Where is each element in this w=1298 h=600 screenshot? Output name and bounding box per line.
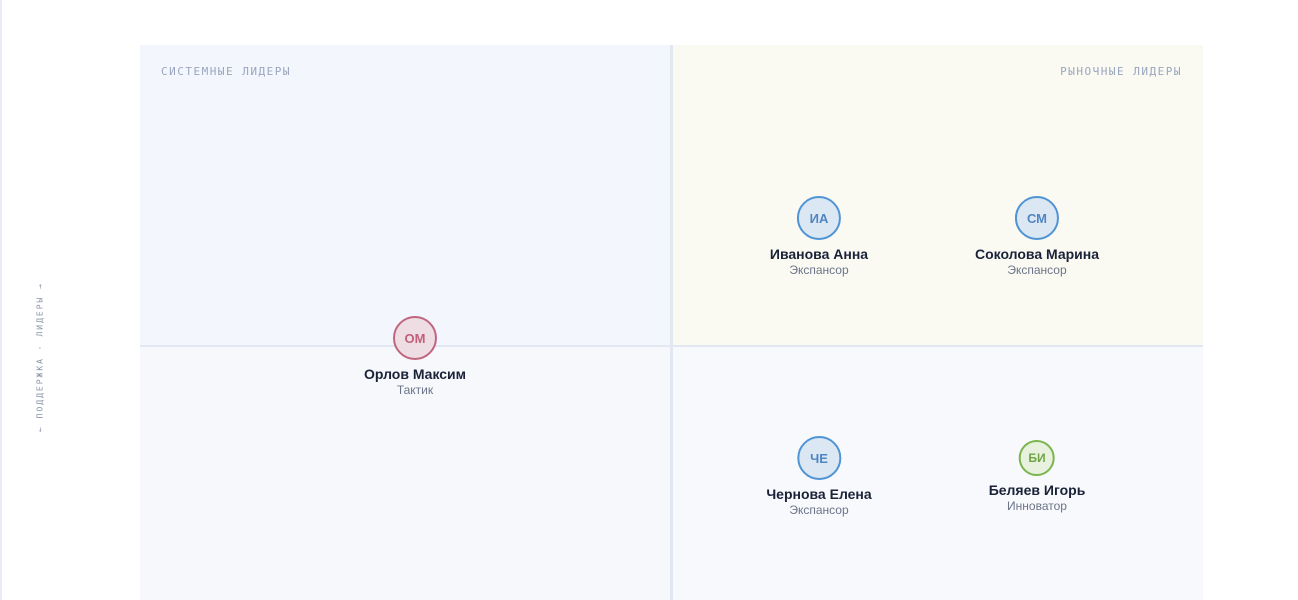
- person-name: Беляев Игорь: [988, 482, 1086, 498]
- quadrant-matrix-page: ← ПОДДЕРЖКА · ЛИДЕРЫ → СИСТЕМНЫЕ ЛИДЕРЫ …: [0, 0, 1298, 600]
- quadrant-label-market-leaders: РЫНОЧНЫЕ ЛИДЕРЫ: [1060, 65, 1182, 78]
- quadrant-market-leaders: РЫНОЧНЫЕ ЛИДЕРЫ: [673, 45, 1203, 345]
- person-name: Орлов Максим: [363, 366, 467, 382]
- person-marker-sokolova[interactable]: СМ Соколова Марина Экспансор: [975, 196, 1099, 278]
- person-marker-belyaev[interactable]: БИ Беляев Игорь Инноватор: [988, 440, 1086, 514]
- person-name: Соколова Марина: [974, 246, 1100, 262]
- quadrant-matrix: СИСТЕМНЫЕ ЛИДЕРЫ РЫНОЧНЫЕ ЛИДЕРЫ: [140, 45, 1203, 600]
- avatar: ИА: [797, 196, 841, 240]
- person-role: Тактик: [396, 383, 434, 397]
- avatar: ОМ: [392, 316, 437, 360]
- person-name: Иванова Анна: [769, 246, 869, 262]
- avatar: СМ: [1014, 196, 1059, 240]
- avatar: БИ: [1019, 440, 1055, 476]
- person-role: Экспансор: [789, 503, 849, 517]
- left-border: [0, 0, 2, 600]
- person-role: Экспансор: [1007, 263, 1067, 277]
- person-role: Экспансор: [789, 263, 849, 277]
- horizontal-divider: [140, 345, 1203, 347]
- person-marker-orlov[interactable]: ОМ Орлов Максим Тактик: [364, 316, 466, 398]
- person-marker-chernova[interactable]: ЧЕ Чернова Елена Экспансор: [766, 436, 872, 518]
- quadrant-label-system-leaders: СИСТЕМНЫЕ ЛИДЕРЫ: [161, 65, 291, 78]
- avatar: ЧЕ: [796, 436, 841, 480]
- quadrant-system-leaders: СИСТЕМНЫЕ ЛИДЕРЫ: [140, 45, 670, 345]
- person-name: Чернова Елена: [766, 486, 872, 502]
- person-role: Инноватор: [1007, 499, 1067, 513]
- y-axis-label: ← ПОДДЕРЖКА · ЛИДЕРЫ →: [35, 282, 45, 432]
- person-marker-ivanova[interactable]: ИА Иванова Анна Экспансор: [770, 196, 868, 278]
- vertical-divider: [670, 45, 673, 600]
- quadrant-bottom-right: [673, 347, 1203, 600]
